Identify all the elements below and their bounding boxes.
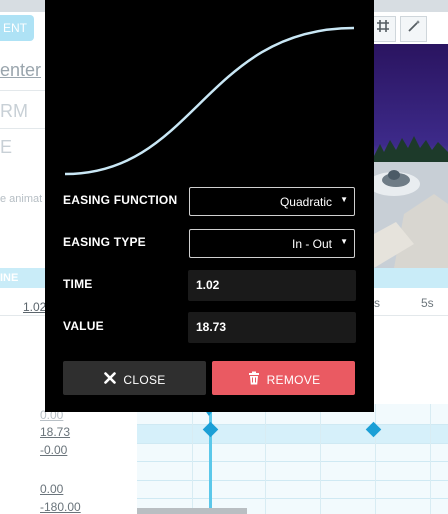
panel-link[interactable]: enter (0, 60, 41, 81)
close-button[interactable]: CLOSE (63, 361, 206, 395)
easing-function-label: EASING FUNCTION (63, 193, 178, 207)
panel-divider (0, 128, 46, 129)
magic-wand-icon[interactable] (400, 16, 427, 42)
property-value[interactable]: -180.00 (40, 500, 81, 514)
panel-description: e animat (0, 193, 43, 205)
remove-button-label: REMOVE (266, 372, 321, 387)
track-divider (137, 480, 448, 481)
value-label: VALUE (63, 319, 104, 333)
grid-column (430, 404, 431, 514)
tag-button[interactable]: ENT (0, 15, 34, 41)
property-value[interactable]: 0.00 (40, 482, 63, 496)
easing-type-select[interactable]: In - Out ▼ (189, 229, 355, 258)
playhead[interactable] (209, 404, 212, 510)
scene-viewport[interactable] (374, 44, 448, 268)
easing-function-value: Quadratic (279, 195, 332, 209)
trash-icon (247, 371, 261, 385)
remove-button[interactable]: REMOVE (212, 361, 355, 395)
value-input[interactable]: 18.73 (188, 312, 356, 343)
selected-track (137, 425, 448, 443)
grid-column (265, 404, 266, 514)
time-input[interactable]: 1.02 (188, 270, 356, 301)
easing-type-value: In - Out (291, 237, 332, 251)
timeline-scrollbar[interactable] (137, 508, 247, 514)
panel-divider (0, 90, 46, 91)
panel-heading: RM (0, 101, 28, 121)
easing-curve-preview (64, 26, 355, 176)
panel-heading: E (0, 137, 13, 157)
section-label: INE (0, 272, 19, 284)
track-divider (137, 461, 448, 462)
track-divider (137, 424, 448, 425)
track-divider (137, 443, 448, 444)
properties-panel: enter RM E e animat (0, 44, 46, 288)
current-time-readout[interactable]: 1.02 (23, 300, 46, 314)
property-value[interactable]: -0.00 (40, 443, 67, 457)
easing-function-select[interactable]: Quadratic ▼ (189, 187, 355, 216)
time-label: TIME (63, 277, 93, 291)
close-icon (103, 371, 117, 385)
grid-column (320, 404, 321, 514)
close-button-label: CLOSE (123, 372, 166, 387)
chevron-down-icon: ▼ (340, 195, 348, 204)
grid-column (375, 404, 376, 514)
grid-column (192, 404, 193, 514)
easing-type-label: EASING TYPE (63, 235, 146, 249)
track-divider (137, 498, 448, 499)
chevron-down-icon: ▼ (340, 237, 348, 246)
keyframe-timeline[interactable] (137, 404, 448, 514)
property-value[interactable]: 18.73 (40, 425, 70, 439)
easing-dialog: EASING FUNCTION Quadratic ▼ EASING TYPE … (45, 0, 374, 412)
ruler-tick: s (374, 296, 380, 310)
ruler-tick: 5s (421, 296, 434, 310)
